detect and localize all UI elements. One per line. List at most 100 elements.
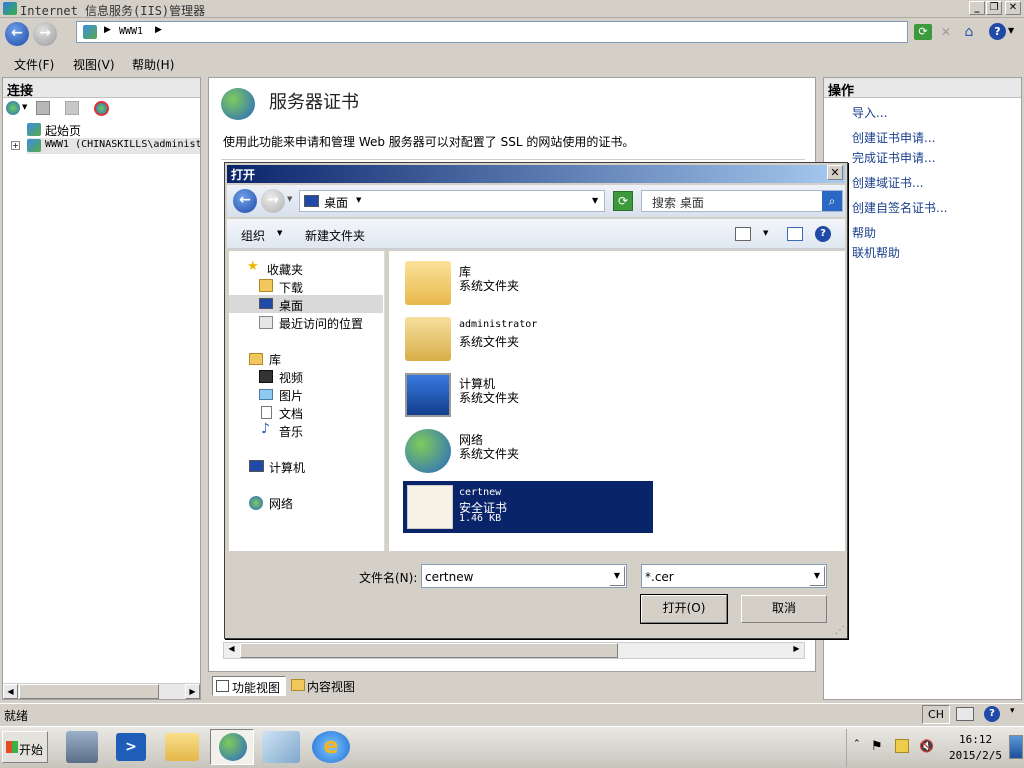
scroll-right-icon[interactable]: ▶	[185, 684, 200, 699]
iis-manager-taskbar-icon[interactable]	[210, 729, 254, 765]
ime-options-icon[interactable]: ▾	[1010, 706, 1015, 716]
minimize-button[interactable]: _	[969, 1, 985, 15]
resize-grip-icon[interactable]: ⋰	[835, 625, 845, 636]
nav-favorites[interactable]: 收藏夹	[267, 261, 303, 278]
internet-explorer-icon[interactable]: e	[312, 731, 350, 763]
server-manager-icon[interactable]	[66, 731, 98, 763]
up-level-icon[interactable]	[65, 101, 79, 115]
scroll-left-icon[interactable]: ◀	[224, 644, 239, 658]
nav-documents[interactable]: 文档	[279, 405, 303, 422]
close-button[interactable]: ✕	[1005, 1, 1021, 15]
file-type-filter[interactable]: *.cer ▼	[641, 564, 827, 588]
show-desktop-button[interactable]	[1009, 735, 1023, 759]
filter-dropdown-icon[interactable]: ▼	[809, 566, 825, 586]
home-icon[interactable]: ⌂	[960, 23, 978, 41]
action-create-self-signed[interactable]: 创建自签名证书...	[852, 199, 947, 216]
menu-view[interactable]: 视图(V)	[73, 56, 115, 73]
scroll-right-icon[interactable]: ▶	[789, 644, 804, 658]
filename-combobox[interactable]: certnew ▼	[421, 564, 627, 588]
connect-dropdown-icon[interactable]: ▼	[22, 103, 27, 111]
notepad-icon[interactable]	[262, 731, 300, 763]
breadcrumb-chevron-icon[interactable]: ▶	[155, 25, 162, 35]
dialog-forward-button[interactable]: →	[261, 189, 285, 213]
nav-downloads[interactable]: 下载	[279, 279, 303, 296]
nav-network[interactable]: 网络	[269, 495, 293, 512]
expand-toggle-icon[interactable]: +	[11, 141, 20, 150]
menu-help[interactable]: 帮助(H)	[132, 56, 174, 73]
nav-music[interactable]: 音乐	[279, 423, 303, 440]
cancel-button[interactable]: 取消	[741, 595, 827, 623]
new-folder-button[interactable]: 新建文件夹	[305, 227, 365, 244]
nav-computer[interactable]: 计算机	[269, 459, 305, 476]
filename-input[interactable]: certnew	[425, 570, 473, 584]
open-button[interactable]: 打开(O)	[640, 594, 728, 624]
organize-dropdown-icon[interactable]: ▼	[277, 229, 282, 237]
dialog-close-button[interactable]: ✕	[827, 165, 843, 180]
clock-date[interactable]: 2015/2/5	[949, 749, 1002, 762]
action-import[interactable]: 导入...	[852, 104, 887, 121]
file-item-certnew-selected[interactable]: certnew 安全证书 1.46 KB	[403, 481, 653, 533]
address-history-icon[interactable]: ▼	[592, 196, 598, 205]
search-icon[interactable]: ⌕	[822, 191, 842, 211]
nav-recent[interactable]: 最近访问的位置	[279, 315, 363, 332]
help-icon[interactable]: ?	[989, 23, 1006, 40]
file-item-libraries[interactable]: 库 系统文件夹	[405, 257, 655, 309]
back-button[interactable]: ←	[5, 22, 29, 46]
action-center-flag-icon[interactable]: ⚑	[871, 739, 883, 754]
network-status-icon[interactable]	[895, 739, 909, 753]
dialog-help-icon[interactable]: ?	[815, 226, 831, 242]
keyboard-icon[interactable]	[956, 707, 974, 721]
connections-hscrollbar[interactable]: ◀ ▶	[3, 683, 200, 699]
scroll-thumb[interactable]	[19, 684, 159, 699]
disconnect-icon[interactable]	[94, 101, 109, 116]
file-item-administrator[interactable]: administrator 系统文件夹	[405, 313, 655, 365]
restore-button[interactable]: ❐	[986, 1, 1002, 15]
action-complete-request[interactable]: 完成证书申请...	[852, 149, 935, 166]
refresh-icon[interactable]: ⟳	[914, 24, 932, 40]
save-icon[interactable]	[36, 101, 50, 115]
menu-file[interactable]: 文件(F)	[14, 56, 54, 73]
language-indicator[interactable]: CH	[922, 705, 950, 724]
file-item-network[interactable]: 网络 系统文件夹	[405, 425, 655, 477]
powershell-icon[interactable]: >	[116, 733, 146, 761]
change-view-icon[interactable]	[735, 227, 751, 241]
tab-content-view[interactable]: 内容视图	[288, 676, 362, 696]
action-online-help[interactable]: 联机帮助	[852, 244, 900, 261]
scroll-left-icon[interactable]: ◀	[3, 684, 18, 699]
nav-pictures[interactable]: 图片	[279, 387, 303, 404]
location-breadcrumb[interactable]: 桌面 ▼ ▼	[299, 190, 605, 212]
dialog-refresh-icon[interactable]: ⟳	[613, 191, 633, 211]
tree-item-www1[interactable]: WWW1 (CHINASKILLS\administ	[27, 138, 200, 154]
breadcrumb-www1[interactable]: WWW1	[119, 26, 143, 37]
dialog-back-button[interactable]: ←	[233, 189, 257, 213]
action-create-domain-cert[interactable]: 创建域证书...	[852, 174, 923, 191]
recent-locations-icon[interactable]: ▼	[287, 195, 292, 203]
explorer-icon[interactable]	[165, 733, 199, 761]
forward-button[interactable]: →	[33, 22, 57, 46]
nav-desktop-selected[interactable]: 桌面	[229, 295, 383, 313]
help-dropdown-icon[interactable]: ▼	[1008, 26, 1014, 35]
address-field[interactable]: ▶ WWW1 ▶	[76, 21, 908, 43]
start-button[interactable]: 开始	[2, 731, 48, 763]
center-hscrollbar[interactable]: ◀ ▶	[223, 642, 805, 659]
view-dropdown-icon[interactable]: ▼	[763, 229, 768, 237]
file-item-computer[interactable]: 计算机 系统文件夹	[405, 369, 655, 421]
preview-pane-icon[interactable]	[787, 227, 803, 241]
search-input[interactable]: 搜索 桌面	[652, 194, 704, 211]
location-dropdown-icon[interactable]: ▼	[356, 196, 361, 204]
nav-libraries[interactable]: 库	[269, 351, 281, 368]
action-create-request[interactable]: 创建证书申请...	[852, 129, 935, 146]
search-box[interactable]: 搜索 桌面 ⌕	[641, 190, 843, 212]
nav-videos[interactable]: 视频	[279, 369, 303, 386]
action-help[interactable]: 帮助	[852, 224, 876, 241]
clock-time[interactable]: 16:12	[959, 733, 992, 746]
tab-features-view[interactable]: 功能视图	[212, 676, 286, 696]
filename-dropdown-icon[interactable]: ▼	[609, 566, 625, 586]
organize-menu[interactable]: 组织	[241, 227, 265, 244]
volume-muted-icon[interactable]: 🔇	[919, 739, 934, 753]
show-hidden-icons-icon[interactable]: ⌃	[853, 739, 861, 749]
ime-help-icon[interactable]: ?	[984, 706, 1000, 722]
connect-icon[interactable]	[6, 101, 20, 115]
stop-icon[interactable]: ✕	[938, 24, 954, 40]
scroll-thumb[interactable]	[240, 643, 618, 658]
